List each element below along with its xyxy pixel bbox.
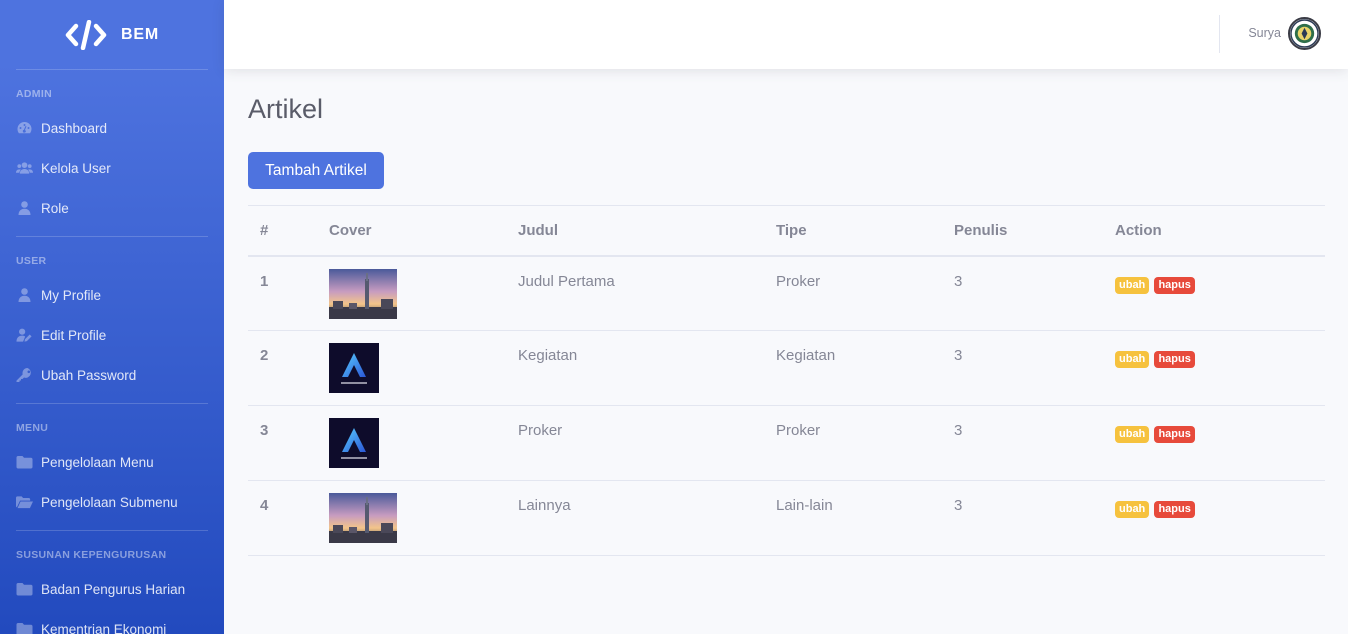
sidebar-item-edit-profile[interactable]: Edit Profile (0, 315, 224, 355)
table-row: 3 Proker Proker 3 ubah hapus (248, 405, 1325, 481)
cell-tipe: Proker (764, 405, 942, 481)
university-seal-icon (1290, 19, 1319, 48)
folder-open-icon (16, 495, 33, 509)
cell-tipe: Proker (764, 255, 942, 331)
cell-judul: Kegiatan (506, 330, 764, 406)
cell-number: 1 (248, 255, 317, 331)
sidebar-heading-susunan-kepengurusan: Susunan Kepengurusan (16, 549, 167, 561)
cell-penulis: 3 (942, 255, 1103, 331)
edit-button[interactable]: ubah (1115, 501, 1150, 518)
sidebar-heading-admin: Admin (16, 88, 52, 100)
sidebar-item-label: My Profile (41, 287, 102, 303)
cell-number: 2 (248, 330, 317, 406)
city-tower-photo[interactable] (329, 268, 397, 319)
column-header-number: # (248, 205, 317, 257)
cell-penulis: 3 (942, 330, 1103, 406)
delete-button[interactable]: hapus (1154, 501, 1195, 518)
cell-tipe: Lain-lain (764, 480, 942, 556)
cell-action: ubah hapus (1103, 255, 1325, 331)
arpra-creative-logo[interactable] (329, 418, 379, 468)
cell-cover (317, 330, 506, 406)
sidebar-item-label: Ubah Password (41, 367, 137, 383)
folder-icon (16, 622, 33, 634)
user-edit-icon (16, 328, 33, 342)
column-header-tipe: Tipe (764, 205, 942, 257)
cell-judul: Lainnya (506, 480, 764, 556)
code-icon (65, 19, 107, 50)
cell-judul: Judul Pertama (506, 255, 764, 331)
cell-penulis: 3 (942, 405, 1103, 481)
sidebar-heading-user: User (16, 255, 47, 267)
main-content: Artikel Tambah Artikel # Cover Judul Tip… (248, 69, 1325, 556)
arpra-creative-logo[interactable] (329, 343, 379, 393)
tachometer-icon (16, 121, 33, 135)
sidebar-item-label: Kelola User (41, 160, 111, 176)
sidebar-item-pengelolaan-menu[interactable]: Pengelolaan Menu (0, 442, 224, 482)
sidebar-item-pengelolaan-submenu[interactable]: Pengelolaan Submenu (0, 482, 224, 522)
cell-penulis: 3 (942, 480, 1103, 556)
user-icon (16, 288, 33, 302)
edit-button[interactable]: ubah (1115, 351, 1150, 368)
column-header-cover: Cover (317, 205, 506, 257)
folder-icon (16, 455, 33, 469)
delete-button[interactable]: hapus (1154, 276, 1195, 294)
cell-cover (317, 480, 506, 556)
sidebar-item-role[interactable]: Role (0, 188, 224, 228)
sidebar-item-label: Role (41, 200, 69, 216)
users-icon (16, 161, 33, 175)
sidebar: BEM Admin Dashboard Kelola User Role Use… (0, 0, 224, 634)
sidebar-item-label: Edit Profile (41, 327, 107, 343)
sidebar-item-label: Kementrian Ekonomi (41, 621, 167, 634)
cell-tipe: Kegiatan (764, 330, 942, 406)
user-name[interactable]: Surya (1248, 26, 1281, 40)
table-header-row: # Cover Judul Tipe Penulis Action (248, 205, 1325, 257)
sidebar-item-kelola-user[interactable]: Kelola User (0, 148, 224, 188)
table-row: 1 Judul Pertama Proker 3 ubah hapus (248, 255, 1325, 331)
sidebar-heading-menu: Menu (16, 422, 49, 434)
cell-cover (317, 405, 506, 481)
cell-number: 3 (248, 405, 317, 481)
sidebar-item-dashboard[interactable]: Dashboard (0, 108, 224, 148)
cell-judul: Proker (506, 405, 764, 481)
folder-icon (16, 582, 33, 596)
delete-button[interactable]: hapus (1154, 426, 1195, 443)
cell-action: ubah hapus (1103, 480, 1325, 556)
add-article-button[interactable]: Tambah Artikel (248, 152, 384, 189)
table-row: 2 Kegiatan Kegiatan 3 ubah hapus (248, 330, 1325, 406)
column-header-judul: Judul (506, 205, 764, 257)
sidebar-item-label: Badan Pengurus Harian (41, 581, 186, 597)
sidebar-item-kementrian-ekonomi[interactable]: Kementrian Ekonomi (0, 609, 224, 634)
sidebar-brand[interactable]: BEM (0, 0, 224, 69)
sidebar-item-label: Pengelolaan Submenu (41, 494, 178, 510)
sidebar-item-my-profile[interactable]: My Profile (0, 275, 224, 315)
delete-button[interactable]: hapus (1154, 351, 1195, 368)
key-icon (16, 368, 33, 382)
edit-button[interactable]: ubah (1115, 426, 1150, 443)
cell-action: ubah hapus (1103, 405, 1325, 481)
cell-number: 4 (248, 480, 317, 556)
table-row: 4 Lainnya Lain-lain 3 ubah hapus (248, 480, 1325, 556)
cell-cover (317, 255, 506, 331)
column-header-action: Action (1103, 205, 1325, 257)
edit-button[interactable]: ubah (1115, 276, 1150, 294)
topbar: Surya (224, 0, 1348, 69)
avatar[interactable] (1288, 17, 1321, 50)
city-tower-photo[interactable] (329, 493, 397, 543)
sidebar-item-label: Dashboard (41, 120, 108, 136)
sidebar-item-ubah-password[interactable]: Ubah Password (0, 355, 224, 395)
page-title: Artikel (248, 94, 324, 124)
sidebar-item-badan-pengurus-harian[interactable]: Badan Pengurus Harian (0, 569, 224, 609)
topbar-divider (1219, 15, 1220, 53)
user-icon (16, 201, 33, 215)
sidebar-item-label: Pengelolaan Menu (41, 454, 154, 470)
brand-name: BEM (121, 25, 159, 43)
column-header-penulis: Penulis (942, 205, 1103, 257)
articles-table: # Cover Judul Tipe Penulis Action 1 Judu… (248, 205, 1325, 556)
cell-action: ubah hapus (1103, 330, 1325, 406)
